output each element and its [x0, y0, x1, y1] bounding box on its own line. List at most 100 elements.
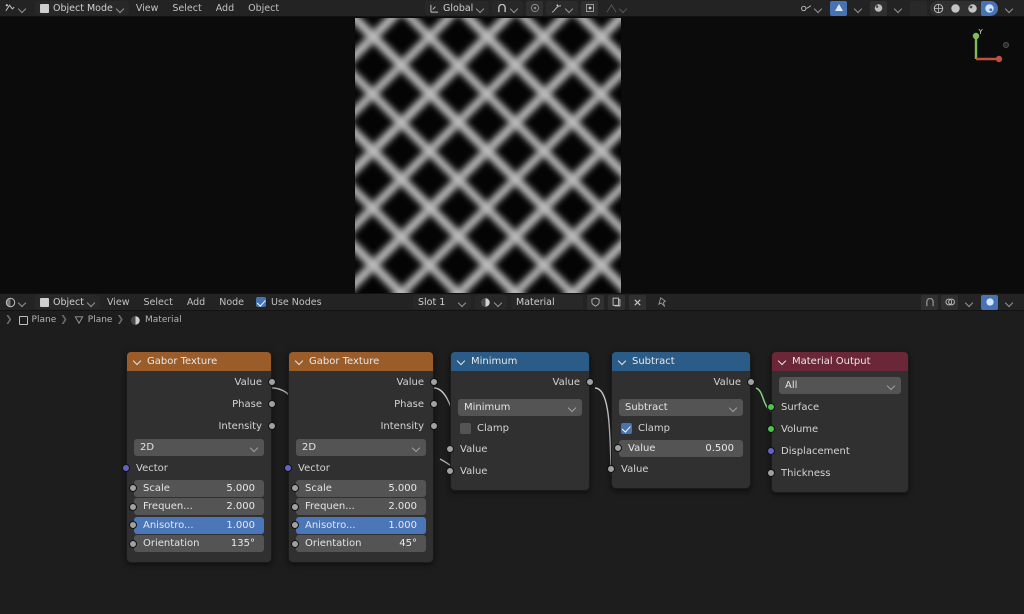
clamp-checkbox[interactable] [621, 423, 632, 434]
node-menu-add[interactable]: Add [180, 295, 212, 310]
field-scale[interactable]: Scale 5.000 [134, 480, 264, 497]
material-name-field[interactable]: Material [511, 295, 583, 309]
3d-viewport[interactable]: Y [0, 17, 1024, 293]
node-menu-select[interactable]: Select [137, 295, 180, 310]
breadcrumb-item-material[interactable]: Material [145, 315, 182, 325]
clamp-checkbox[interactable] [460, 423, 471, 434]
menu-select[interactable]: Select [165, 1, 208, 16]
shader-type-selector[interactable]: Object [35, 295, 100, 309]
unlink-material-button[interactable] [629, 295, 646, 310]
new-material-button[interactable] [608, 295, 625, 310]
input-value-2[interactable]: Value [451, 460, 589, 482]
collapse-icon[interactable] [779, 358, 787, 366]
proportional-editing-toggle[interactable] [526, 1, 543, 16]
field-scale[interactable]: Scale 5.000 [296, 480, 426, 497]
shading-options-button[interactable] [870, 1, 887, 16]
object-mode-selector[interactable]: Object Mode [35, 1, 129, 15]
input-volume[interactable]: Volume [772, 418, 908, 440]
clamp-row[interactable]: Clamp [612, 418, 750, 438]
input-value-2[interactable]: Value [612, 458, 750, 480]
node-subtract[interactable]: Subtract Value Subtract Clamp Value 0.50… [611, 351, 751, 489]
node-menu-view[interactable]: View [100, 295, 137, 310]
node-minimum[interactable]: Minimum Value Minimum Clamp Value Value [450, 351, 590, 491]
socket-value-out[interactable] [430, 378, 438, 386]
fake-user-button[interactable] [587, 295, 604, 310]
output-value[interactable]: Value [612, 371, 750, 393]
snap-target-button[interactable] [581, 1, 598, 16]
pin-button[interactable] [654, 295, 671, 310]
gizmo-toggle[interactable] [910, 1, 927, 16]
output-phase[interactable]: Phase [289, 393, 433, 415]
node-header[interactable]: Gabor Texture [127, 352, 271, 371]
socket-value-out[interactable] [747, 378, 755, 386]
dimension-dropdown[interactable]: 2D [134, 439, 264, 456]
navigation-gizmo[interactable]: Y [962, 25, 1010, 73]
shading-options-dropdown[interactable] [890, 1, 907, 16]
snap-nodes-button[interactable] [921, 295, 938, 310]
falloff-selector[interactable] [546, 1, 578, 15]
use-nodes-checkbox[interactable] [256, 297, 266, 307]
editor-type-button[interactable] [0, 1, 31, 16]
input-vector[interactable]: Vector [127, 458, 271, 478]
node-menu-node[interactable]: Node [212, 295, 251, 310]
field-orientation[interactable]: Orientation 135° [134, 535, 264, 552]
socket-thickness-in[interactable] [767, 469, 775, 477]
solid-shading-button[interactable] [947, 1, 964, 16]
menu-view[interactable]: View [129, 1, 166, 16]
node-canvas[interactable]: Gabor Texture Value Phase Intensity 2D V… [0, 329, 1024, 614]
socket-vector-in[interactable] [122, 464, 130, 472]
node-header[interactable]: Minimum [451, 352, 589, 371]
collapse-icon[interactable] [296, 358, 304, 366]
field-frequency[interactable]: Frequen... 2.000 [296, 498, 426, 515]
backdrop-toggle[interactable] [981, 295, 998, 310]
use-nodes-toggle[interactable]: Use Nodes [251, 295, 327, 310]
node-material-output[interactable]: Material Output All Surface Volume Displ… [771, 351, 909, 493]
socket-volume-in[interactable] [767, 425, 775, 433]
socket-scale-in[interactable] [291, 484, 299, 492]
output-phase[interactable]: Phase [127, 393, 271, 415]
socket-value-in-1[interactable] [446, 445, 454, 453]
field-frequency[interactable]: Frequen... 2.000 [134, 498, 264, 515]
collapse-icon[interactable] [134, 358, 142, 366]
node-gabor-texture-1[interactable]: Gabor Texture Value Phase Intensity 2D V… [126, 351, 272, 563]
snapping-toggle[interactable] [492, 1, 523, 15]
socket-scale-in[interactable] [129, 484, 137, 492]
menu-add[interactable]: Add [209, 1, 241, 16]
xray-options[interactable] [850, 1, 867, 16]
field-value[interactable]: Value 0.500 [619, 440, 743, 457]
output-value[interactable]: Value [127, 371, 271, 393]
socket-anisotropy-in[interactable] [291, 521, 299, 529]
transform-orientation-selector[interactable]: Global [425, 1, 489, 15]
visibility-selector[interactable] [795, 1, 827, 16]
input-displacement[interactable]: Displacement [772, 440, 908, 462]
dimension-dropdown[interactable]: 2D [296, 439, 426, 456]
material-slot-selector[interactable]: Slot 1 [413, 295, 471, 309]
socket-frequency-in[interactable] [291, 503, 299, 511]
input-thickness[interactable]: Thickness [772, 462, 908, 484]
node-header[interactable]: Material Output [772, 352, 908, 371]
node-header[interactable]: Gabor Texture [289, 352, 433, 371]
input-surface[interactable]: Surface [772, 396, 908, 418]
target-dropdown[interactable]: All [779, 377, 901, 394]
shading-dropdown[interactable] [1001, 1, 1018, 16]
material-preview-shading-button[interactable] [964, 1, 981, 16]
output-value[interactable]: Value [451, 371, 589, 393]
node-header[interactable]: Subtract [612, 352, 750, 371]
clamp-row[interactable]: Clamp [451, 418, 589, 438]
breadcrumb-item-object[interactable]: Plane [32, 315, 57, 325]
socket-anisotropy-in[interactable] [129, 521, 137, 529]
field-anisotropy[interactable]: Anisotro... 1.000 [296, 517, 426, 534]
operation-dropdown[interactable]: Subtract [619, 399, 743, 416]
operation-dropdown[interactable]: Minimum [458, 399, 582, 416]
socket-phase-out[interactable] [430, 400, 438, 408]
socket-value-in-2[interactable] [446, 467, 454, 475]
input-vector[interactable]: Vector [289, 458, 433, 478]
socket-value-in-2[interactable] [607, 465, 615, 473]
output-intensity[interactable]: Intensity [127, 415, 271, 437]
socket-value-out[interactable] [268, 378, 276, 386]
socket-vector-in[interactable] [284, 464, 292, 472]
rendered-shading-button[interactable] [981, 1, 998, 16]
breadcrumb-item-mesh[interactable]: Plane [88, 315, 113, 325]
field-anisotropy[interactable]: Anisotro... 1.000 [134, 517, 264, 534]
shader-editor-type-button[interactable] [0, 295, 31, 310]
